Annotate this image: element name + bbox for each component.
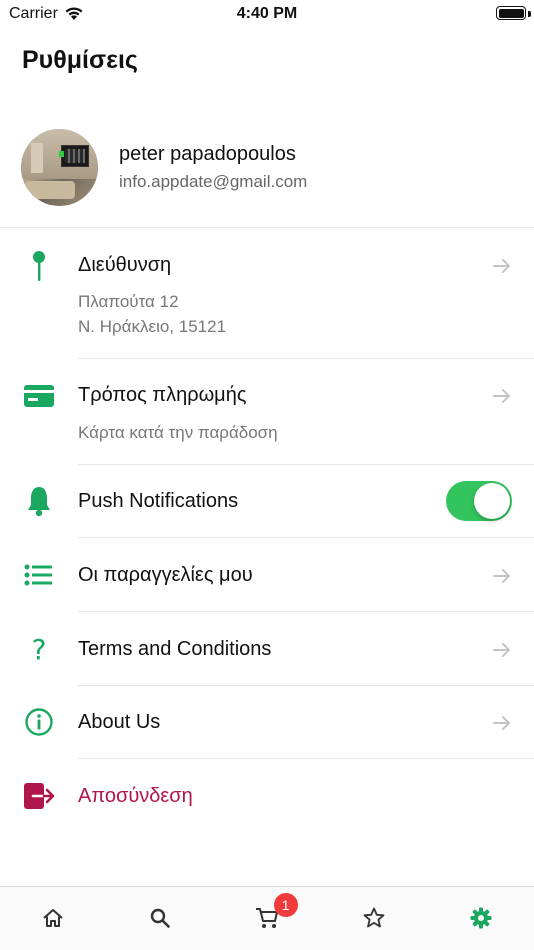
info-icon (22, 705, 56, 739)
payment-value: Κάρτα κατά την παράδοση (78, 423, 278, 442)
gear-icon (470, 907, 492, 929)
my-orders-label: Οι παραγγελίες μου (78, 564, 253, 586)
list-icon (22, 558, 56, 592)
payment-label: Τρόπος πληρωμής (78, 384, 247, 406)
avatar[interactable] (21, 129, 98, 206)
tab-settings[interactable] (427, 887, 534, 950)
push-notifications-toggle[interactable] (446, 481, 512, 521)
battery-icon (496, 6, 526, 20)
arrow-right-icon (493, 259, 510, 273)
arrow-right-icon (493, 716, 510, 730)
cart-badge: 1 (273, 893, 298, 917)
tab-favorites[interactable] (320, 887, 427, 950)
address-line2: Ν. Ηράκλειο, 15121 (78, 317, 227, 336)
tab-home[interactable] (0, 887, 107, 950)
about-row[interactable]: About Us (0, 686, 534, 759)
credit-card-icon (22, 379, 56, 413)
arrow-right-icon (493, 389, 510, 403)
terms-row[interactable]: ? Terms and Conditions (0, 612, 534, 686)
page-title: Ρυθμίσεις (22, 46, 138, 74)
push-notifications-label: Push Notifications (78, 490, 239, 512)
logout-row[interactable]: Αποσύνδεση (0, 759, 534, 833)
logout-icon (22, 779, 56, 813)
profile-email: info.appdate@gmail.com (119, 172, 308, 191)
battery-nub (528, 11, 531, 17)
address-line1: Πλαπούτα 12 (78, 292, 179, 311)
tab-bar: 1 (0, 886, 534, 950)
search-icon (150, 908, 170, 928)
arrow-right-icon (493, 569, 510, 583)
star-icon (363, 907, 385, 928)
push-notifications-row: Push Notifications (0, 465, 534, 538)
arrow-right-icon (493, 643, 510, 657)
address-label: Διεύθυνση (78, 254, 172, 276)
home-icon (43, 909, 64, 927)
about-label: About Us (78, 711, 161, 733)
status-bar: Carrier 4:40 PM (0, 0, 534, 30)
profile-header[interactable]: peter papadopoulos info.appdate@gmail.co… (0, 126, 534, 228)
location-pin-icon (22, 249, 56, 283)
payment-row[interactable]: Τρόπος πληρωμής Κάρτα κατά την παράδοση (0, 359, 534, 465)
profile-name: peter papadopoulos (119, 143, 296, 165)
address-row[interactable]: Διεύθυνση Πλαπούτα 12 Ν. Ηράκλειο, 15121 (0, 229, 534, 359)
my-orders-row[interactable]: Οι παραγγελίες μου (0, 538, 534, 612)
tab-cart[interactable]: 1 (214, 887, 321, 950)
question-mark-icon: ? (31, 632, 47, 666)
logout-label: Αποσύνδεση (78, 785, 193, 807)
toggle-knob (474, 483, 510, 519)
terms-label: Terms and Conditions (78, 638, 272, 660)
status-time: 4:40 PM (236, 5, 298, 22)
bell-icon (22, 484, 56, 518)
tab-search[interactable] (107, 887, 214, 950)
